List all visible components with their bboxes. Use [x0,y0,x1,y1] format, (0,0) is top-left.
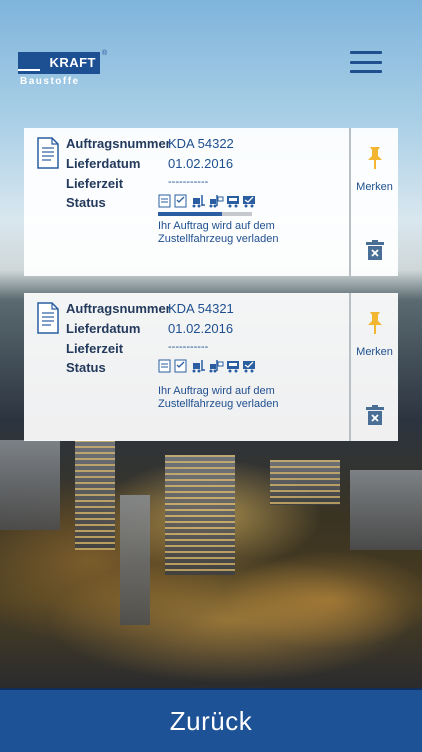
skyscraper [165,455,235,575]
order-card[interactable]: Auftragsnummer KDA 54322 Lieferdatum 01.… [24,128,398,276]
building-left [0,440,60,530]
back-button[interactable]: Zurück [0,688,422,752]
order-number-label: Auftragsnummer [66,136,171,151]
tall-building [120,495,150,625]
checklist-icon [174,359,187,373]
order-number-value: KDA 54321 [168,301,234,316]
pin-icon [367,312,382,334]
document-icon [158,359,171,373]
delivery-time-value: ----------- [168,176,209,188]
logo-registered: ® [102,50,108,57]
logo-subtitle: Baustoffe [20,76,80,87]
bookmark-button[interactable] [367,146,383,175]
forklift-icon [192,360,205,373]
order-card[interactable]: Auftragsnummer KDA 54321 Lieferdatum 01.… [24,293,398,441]
status-text: Ihr Auftrag wird auf dem Zustellfahrzeug… [158,385,279,410]
forklift-loaded-icon [209,360,224,373]
trash-icon [365,240,384,260]
tower-building [75,440,115,550]
order-card-actions: Merken [349,293,398,441]
building-far-right [350,470,422,550]
order-card-main: Auftragsnummer KDA 54322 Lieferdatum 01.… [24,128,349,276]
back-button-label: Zurück [169,705,253,736]
document-icon [158,194,171,208]
truck-icon [227,361,239,373]
document-icon [37,302,59,334]
bookmark-label[interactable]: Merken [356,181,393,193]
delete-button[interactable] [365,240,384,265]
delivery-date-value: 01.02.2016 [168,321,234,336]
status-text: Ihr Auftrag wird auf dem Zustellfahrzeug… [158,220,279,245]
trash-icon [365,405,384,425]
truck-delivered-icon [243,361,255,373]
status-progress-bar [158,212,252,216]
truck-delivered-icon [243,196,255,208]
delete-button[interactable] [365,405,384,430]
delivery-date-value: 01.02.2016 [168,156,234,171]
delivery-time-label: Lieferzeit [66,176,124,191]
hamburger-menu-icon[interactable] [350,51,382,73]
delivery-time-label: Lieferzeit [66,341,124,356]
forklift-loaded-icon [209,195,224,208]
order-number-label: Auftragsnummer [66,301,171,316]
bookmark-button[interactable] [367,311,383,340]
checklist-icon [174,194,187,208]
delivery-date-label: Lieferdatum [66,321,141,336]
status-progress-fill [158,212,222,216]
order-card-main: Auftragsnummer KDA 54321 Lieferdatum 01.… [24,293,349,441]
status-icons [158,194,256,208]
delivery-time-value: ----------- [168,341,209,353]
truck-icon [227,196,239,208]
pin-icon [367,147,382,169]
brand-logo[interactable]: KRAFT ® Baustoffe [18,50,108,87]
status-label: Status [66,360,106,375]
order-card-actions: Merken [349,128,398,276]
delivery-date-label: Lieferdatum [66,156,141,171]
logo-text: KRAFT [49,55,96,70]
building-right [270,460,340,505]
status-label: Status [66,195,106,210]
document-icon [37,137,59,169]
bookmark-label[interactable]: Merken [356,346,393,358]
forklift-icon [192,195,205,208]
order-number-value: KDA 54322 [168,136,234,151]
logo-box: KRAFT ® [18,50,107,74]
status-icons [158,359,256,373]
